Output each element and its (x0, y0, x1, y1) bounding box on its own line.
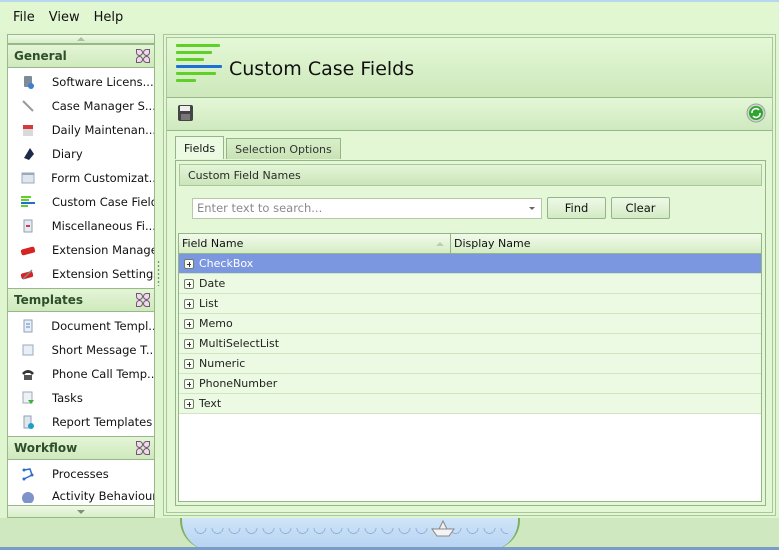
splitter-handle[interactable] (157, 260, 160, 286)
sidebar-item-document-templates[interactable]: Document Templ... (8, 314, 154, 338)
group-header-templates[interactable]: Templates (8, 288, 154, 312)
dropdown-arrow-icon[interactable] (529, 206, 535, 210)
diary-icon (20, 146, 36, 162)
sidebar-item-form-customization[interactable]: Form Customizat... (8, 166, 154, 190)
clear-button[interactable]: Clear (611, 197, 670, 219)
column-header-field-name[interactable]: Field Name (179, 234, 451, 253)
group-items-templates: Document Templ... Short Message T... Pho… (8, 312, 154, 436)
grid-header: Field Name Display Name (179, 234, 761, 254)
group-header-workflow[interactable]: Workflow (8, 436, 154, 460)
tab-bar: Fields Selection Options (175, 136, 343, 159)
search-input[interactable] (197, 201, 517, 215)
sidebar-item-miscellaneous-fields[interactable]: Miscellaneous Fi... (8, 214, 154, 238)
table-row[interactable]: Text (179, 394, 761, 414)
form-icon (20, 170, 35, 186)
navigation-sidebar: General Software Licens... Case Manager … (7, 34, 155, 518)
table-row[interactable]: Numeric (179, 354, 761, 374)
find-button[interactable]: Find (547, 197, 606, 219)
sidebar-item-diary[interactable]: Diary (8, 142, 154, 166)
search-row: Find Clear (192, 197, 670, 219)
chevron-down-icon (77, 510, 85, 514)
sidebar-item-daily-maintenance[interactable]: Daily Maintenan... (8, 118, 154, 142)
table-row[interactable]: PhoneNumber (179, 374, 761, 394)
sidebar-item-phone-call-templates[interactable]: Phone Call Temp... (8, 362, 154, 386)
group-items-general: Software Licens... Case Manager S... Dai… (8, 68, 154, 288)
collapse-flower-icon[interactable] (136, 293, 150, 307)
fields-tab-panel: Custom Field Names Find Clear Field Name… (175, 160, 766, 506)
group-title: Workflow (14, 441, 78, 455)
chevron-up-icon (77, 37, 85, 41)
sidebar-item-report-templates[interactable]: Report Templates (8, 410, 154, 434)
table-row[interactable]: List (179, 294, 761, 314)
expand-plus-icon[interactable] (184, 318, 194, 329)
search-combobox[interactable] (192, 197, 542, 219)
sidebar-item-tasks[interactable]: Tasks (8, 386, 154, 410)
group-title: General (14, 49, 67, 63)
sidebar-item-short-message-templates[interactable]: Short Message T... (8, 338, 154, 362)
table-row[interactable]: Date (179, 274, 761, 294)
fields-icon (20, 194, 36, 210)
sort-ascending-icon (436, 241, 444, 246)
water-decoration (180, 518, 520, 550)
wrench-icon (20, 98, 36, 114)
menu-file[interactable]: File (6, 10, 42, 25)
calendar-icon (20, 122, 36, 138)
tasks-icon (20, 390, 36, 406)
server-icon (20, 74, 36, 90)
menu-bar: File View Help (0, 0, 779, 32)
menu-view[interactable]: View (42, 10, 87, 25)
collapse-flower-icon[interactable] (136, 49, 150, 63)
fields-grid: Field Name Display Name CheckBox Date Li… (178, 233, 762, 502)
extension-settings-icon (20, 266, 36, 282)
group-header-general[interactable]: General (8, 44, 154, 68)
table-row[interactable]: MultiSelectList (179, 334, 761, 354)
sidebar-item-processes[interactable]: Processes (8, 462, 154, 486)
sidebar-item-custom-case-fields[interactable]: Custom Case Fields (8, 190, 154, 214)
group-items-workflow: Processes Activity Behaviour... (8, 460, 154, 510)
refresh-icon[interactable] (746, 103, 766, 126)
expand-plus-icon[interactable] (184, 298, 194, 309)
expand-plus-icon[interactable] (184, 338, 194, 349)
sms-icon (20, 342, 36, 358)
group-title: Templates (14, 293, 84, 307)
process-icon (20, 466, 36, 482)
expand-plus-icon[interactable] (184, 278, 194, 289)
document-template-icon (20, 318, 35, 334)
expand-plus-icon[interactable] (184, 378, 194, 389)
menu-help[interactable]: Help (87, 10, 131, 25)
sidebar-item-extension-settings[interactable]: Extension Settings (8, 262, 154, 286)
section-header: Custom Field Names (179, 164, 762, 186)
sidebar-item-case-manager-settings[interactable]: Case Manager S... (8, 94, 154, 118)
paper-boat-icon (430, 519, 456, 541)
page-header: Custom Case Fields (167, 38, 772, 98)
table-row[interactable]: Memo (179, 314, 761, 334)
main-panel-inner: Custom Case Fields Fields Selection Opti… (166, 37, 773, 513)
extension-icon (20, 242, 36, 258)
expand-plus-icon[interactable] (184, 398, 194, 409)
sidebar-scroll-up[interactable] (8, 35, 154, 44)
collapse-flower-icon[interactable] (136, 441, 150, 455)
save-icon[interactable] (177, 104, 195, 125)
table-row[interactable]: CheckBox (179, 254, 761, 274)
report-icon (20, 414, 36, 430)
main-panel: Custom Case Fields Fields Selection Opti… (163, 34, 776, 516)
sidebar-item-extension-manager[interactable]: Extension Manager (8, 238, 154, 262)
tab-selection-options[interactable]: Selection Options (226, 138, 341, 159)
document-icon (20, 218, 36, 234)
tab-fields[interactable]: Fields (175, 136, 225, 159)
expand-plus-icon[interactable] (184, 258, 194, 269)
page-title: Custom Case Fields (229, 57, 415, 80)
custom-fields-logo-icon (175, 42, 223, 93)
sidebar-item-software-license[interactable]: Software Licens... (8, 70, 154, 94)
phone-icon (20, 366, 36, 382)
expand-plus-icon[interactable] (184, 358, 194, 369)
sidebar-scroll-down[interactable] (8, 505, 154, 517)
toolbar (167, 98, 772, 131)
activity-icon (20, 488, 36, 504)
column-header-display-name[interactable]: Display Name (451, 234, 531, 253)
footer-decoration (0, 518, 779, 550)
